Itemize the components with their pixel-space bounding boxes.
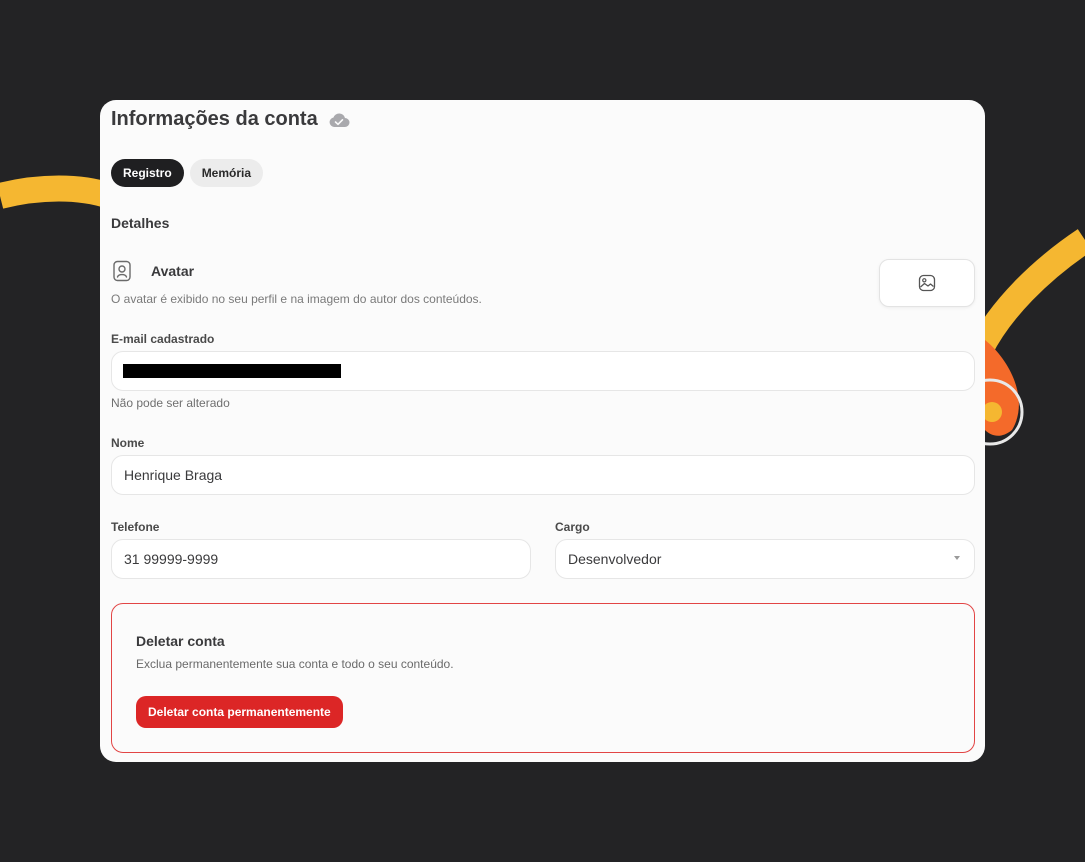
tab-bar: Registro Memória — [111, 159, 264, 187]
delete-account-panel: Deletar conta Exclua permanentemente sua… — [111, 603, 975, 753]
avatar-description: O avatar é exibido no seu perfil e na im… — [111, 292, 482, 306]
delete-account-title: Deletar conta — [136, 633, 225, 649]
avatar-upload-button[interactable] — [879, 259, 975, 307]
user-badge-icon — [113, 260, 131, 282]
account-info-card: Informações da conta Registro Memória De… — [100, 100, 985, 762]
delete-account-button[interactable]: Deletar conta permanentemente — [136, 696, 343, 728]
chevron-down-icon — [954, 556, 960, 560]
tab-memoria[interactable]: Memória — [189, 159, 264, 187]
phone-label: Telefone — [111, 520, 160, 534]
page-title: Informações da conta — [111, 108, 318, 130]
phone-input[interactable]: 31 99999-9999 — [111, 539, 531, 579]
email-field — [111, 351, 975, 391]
title-row: Informações da conta — [111, 108, 350, 131]
section-title-details: Detalhes — [111, 215, 170, 231]
phone-value: 31 99999-9999 — [124, 551, 219, 567]
email-hint: Não pode ser alterado — [111, 396, 230, 410]
role-select[interactable]: Desenvolvedor — [555, 539, 975, 579]
name-label: Nome — [111, 436, 145, 450]
delete-account-description: Exclua permanentemente sua conta e todo … — [136, 657, 454, 671]
role-value: Desenvolvedor — [568, 551, 662, 567]
image-icon — [918, 274, 936, 292]
avatar-row: Avatar — [111, 260, 194, 282]
email-label: E-mail cadastrado — [111, 332, 215, 346]
name-input[interactable]: Henrique Braga — [111, 455, 975, 495]
cloud-check-icon — [329, 112, 350, 127]
avatar-label: Avatar — [151, 263, 195, 279]
redacted-email — [123, 364, 341, 378]
role-label: Cargo — [555, 520, 590, 534]
tab-registro[interactable]: Registro — [111, 159, 184, 187]
name-value: Henrique Braga — [124, 467, 223, 483]
